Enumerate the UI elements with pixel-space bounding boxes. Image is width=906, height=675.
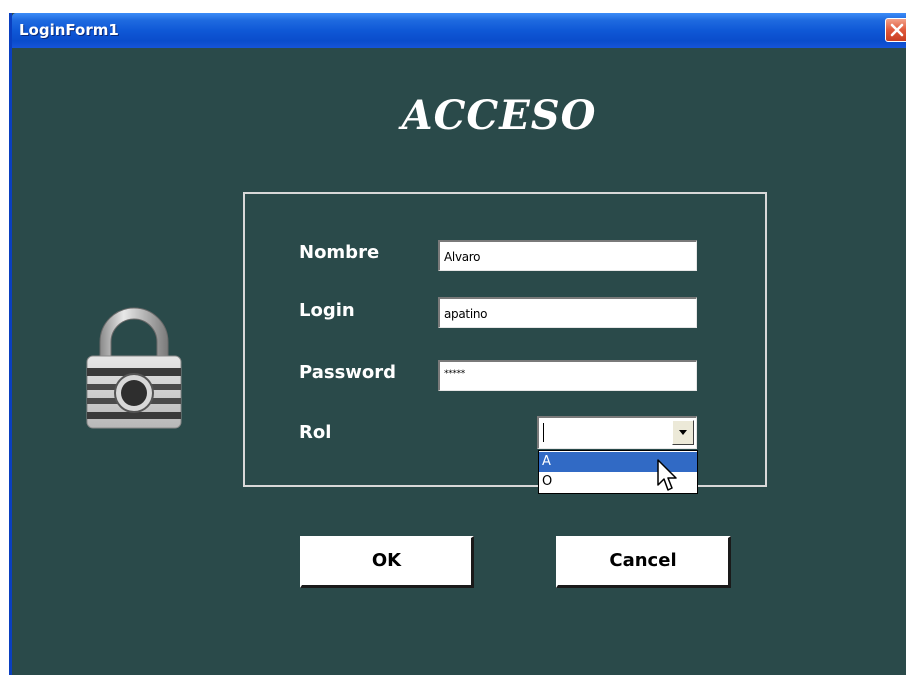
- padlock-icon: [86, 307, 182, 429]
- cancel-button[interactable]: Cancel: [556, 536, 731, 588]
- close-icon: [890, 23, 904, 37]
- nombre-field[interactable]: Alvaro: [438, 240, 697, 271]
- text-caret: [543, 423, 544, 442]
- title-bar[interactable]: LoginForm1: [12, 13, 906, 48]
- login-label: Login: [299, 300, 355, 321]
- rol-dropdown-button[interactable]: [672, 420, 694, 445]
- password-field[interactable]: *****: [438, 360, 697, 391]
- page-title: ACCESO: [401, 92, 597, 139]
- window-title: LoginForm1: [19, 21, 119, 39]
- password-label: Password: [299, 362, 397, 383]
- ok-button[interactable]: OK: [300, 536, 474, 588]
- login-field[interactable]: apatino: [438, 297, 697, 328]
- mouse-pointer-icon: [657, 459, 677, 491]
- rol-label: Rol: [299, 422, 332, 443]
- nombre-label: Nombre: [299, 242, 380, 263]
- close-button[interactable]: [885, 18, 906, 42]
- rol-combobox[interactable]: [537, 416, 697, 449]
- chevron-down-icon: [679, 430, 687, 435]
